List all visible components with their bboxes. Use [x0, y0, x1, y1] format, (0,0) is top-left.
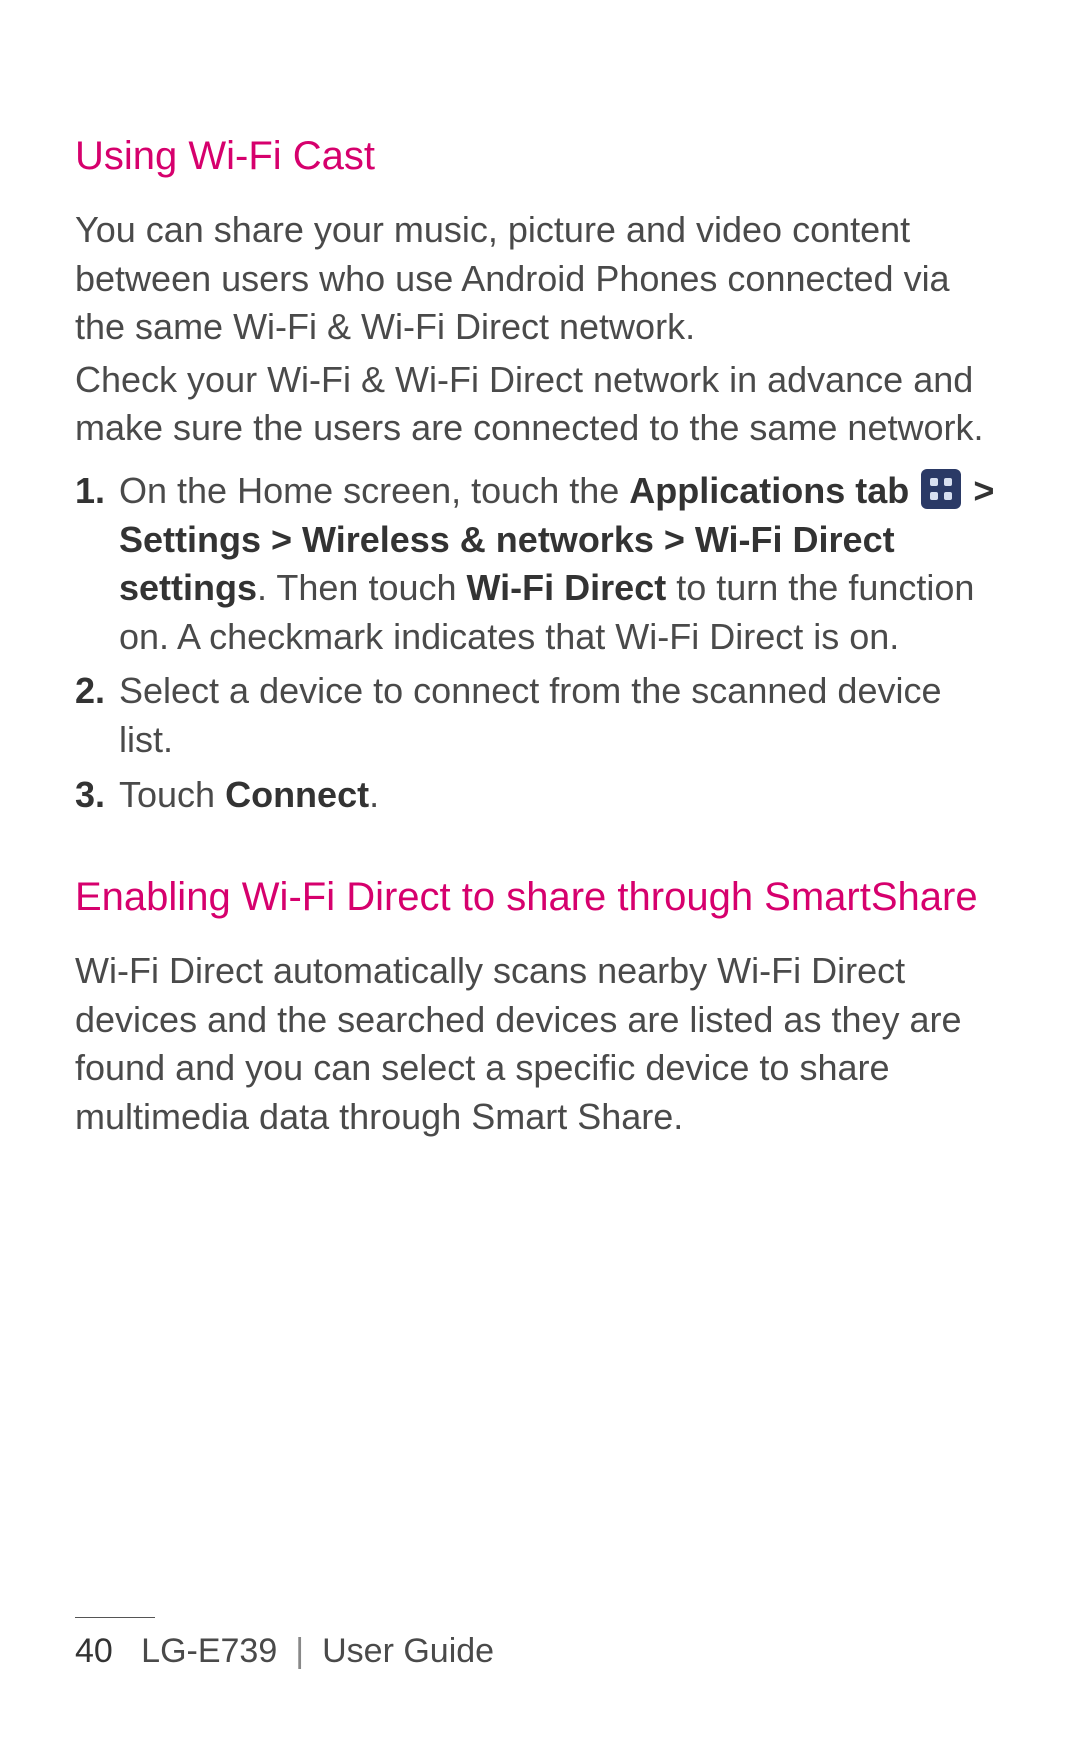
step-text: Touch [119, 774, 225, 815]
step-bold-apps-tab: Applications tab [629, 470, 909, 511]
step-2: 2. Select a device to connect from the s… [75, 667, 1005, 764]
heading-smartshare: Enabling Wi-Fi Direct to share through S… [75, 871, 1005, 923]
paragraph-intro-1: You can share your music, picture and vi… [75, 206, 1005, 352]
footer-divider: | [295, 1632, 304, 1671]
step-bold-wireless: Wireless & networks [302, 519, 654, 560]
applications-tab-icon [921, 469, 961, 509]
step-3: 3. Touch Connect. [75, 771, 1005, 820]
step-number: 2. [75, 667, 105, 716]
step-number: 1. [75, 467, 105, 516]
footer-text: 40 LG-E739 | User Guide [75, 1632, 1005, 1671]
step-1: 1. On the Home screen, touch the Applica… [75, 467, 1005, 661]
page-footer: 40 LG-E739 | User Guide [0, 1617, 1080, 1671]
paragraph-intro-2: Check your Wi-Fi & Wi-Fi Direct network … [75, 356, 1005, 453]
step-bold-connect: Connect [225, 774, 369, 815]
step-bold-wifi-direct: Wi-Fi Direct [467, 567, 667, 608]
steps-list: 1. On the Home screen, touch the Applica… [75, 467, 1005, 819]
section-smartshare: Enabling Wi-Fi Direct to share through S… [75, 871, 1005, 1141]
step-text: On the Home screen, touch the [119, 470, 629, 511]
step-number: 3. [75, 771, 105, 820]
paragraph-smartshare: Wi-Fi Direct automatically scans nearby … [75, 947, 1005, 1141]
page-number: 40 [75, 1632, 113, 1670]
step-sep: > [963, 470, 994, 511]
footer-rule [75, 1617, 155, 1618]
step-text: . Then touch [257, 567, 466, 608]
model-name: LG-E739 [141, 1632, 277, 1670]
step-text: . [369, 774, 379, 815]
section-wifi-cast: Using Wi-Fi Cast You can share your musi… [75, 130, 1005, 819]
step-bold-settings: Settings [119, 519, 261, 560]
step-sep: > [654, 519, 695, 560]
guide-title: User Guide [322, 1632, 494, 1670]
heading-wifi-cast: Using Wi-Fi Cast [75, 130, 1005, 182]
step-text: Select a device to connect from the scan… [119, 670, 941, 760]
step-sep: > [261, 519, 302, 560]
